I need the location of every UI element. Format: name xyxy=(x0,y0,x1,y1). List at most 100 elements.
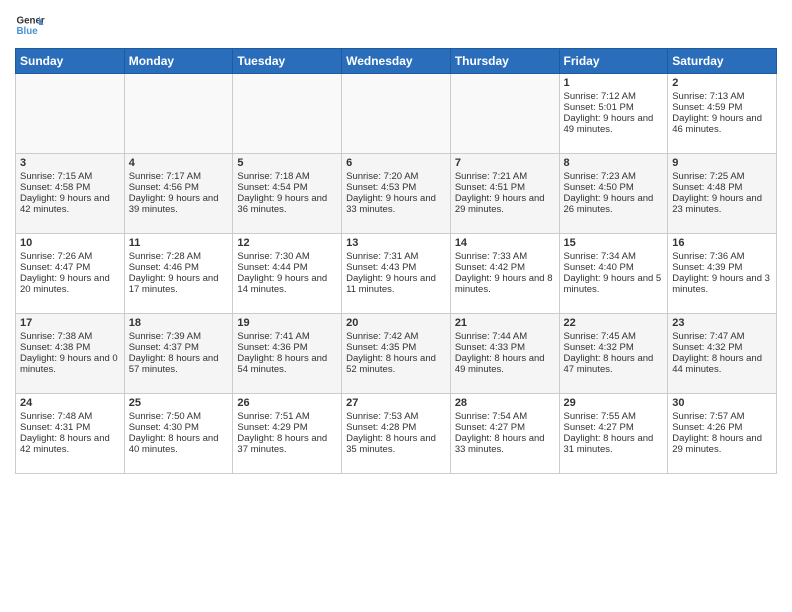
day-info-line: Sunrise: 7:17 AM xyxy=(129,171,229,182)
day-info-line: Sunset: 4:37 PM xyxy=(129,342,229,353)
day-info-line: Daylight: 9 hours and 49 minutes. xyxy=(564,113,664,135)
day-number: 26 xyxy=(237,397,337,409)
day-number: 7 xyxy=(455,157,555,169)
day-info-line: Sunrise: 7:23 AM xyxy=(564,171,664,182)
day-number: 19 xyxy=(237,317,337,329)
day-info-line: Sunset: 4:43 PM xyxy=(346,262,446,273)
day-number: 12 xyxy=(237,237,337,249)
weekday-header: Wednesday xyxy=(342,49,451,74)
day-number: 3 xyxy=(20,157,120,169)
day-number: 24 xyxy=(20,397,120,409)
calendar-cell: 17Sunrise: 7:38 AMSunset: 4:38 PMDayligh… xyxy=(16,314,125,394)
day-number: 6 xyxy=(346,157,446,169)
day-number: 17 xyxy=(20,317,120,329)
day-info-line: Sunrise: 7:51 AM xyxy=(237,411,337,422)
calendar-week-row: 24Sunrise: 7:48 AMSunset: 4:31 PMDayligh… xyxy=(16,394,777,474)
calendar-cell: 23 Sunrise: 7:47 AMSunset: 4:32 PMDayligh… xyxy=(668,314,777,394)
calendar-cell: 4 Sunrise: 7:17 AMSunset: 4:56 PMDaylight… xyxy=(124,154,233,234)
day-info-line: Sunrise: 7:50 AM xyxy=(129,411,229,422)
weekday-header: Monday xyxy=(124,49,233,74)
day-info-line: Daylight: 8 hours and 29 minutes. xyxy=(672,433,772,455)
day-info-line: Daylight: 9 hours and 46 minutes. xyxy=(672,113,772,135)
day-number: 13 xyxy=(346,237,446,249)
day-number: 1 xyxy=(564,77,664,89)
day-info-line: Sunset: 4:38 PM xyxy=(20,342,120,353)
day-info-line: Sunset: 4:44 PM xyxy=(237,262,337,273)
calendar-week-row: 3Sunrise: 7:15 AMSunset: 4:58 PMDaylight… xyxy=(16,154,777,234)
calendar-cell: 15Sunrise: 7:34 AMSunset: 4:40 PMDayligh… xyxy=(559,234,668,314)
day-number: 23 xyxy=(672,317,772,329)
svg-text:Blue: Blue xyxy=(17,26,39,37)
calendar-cell: 1Sunrise: 7:12 AMSunset: 5:01 PMDaylight… xyxy=(559,74,668,154)
calendar-cell xyxy=(124,74,233,154)
day-info-line: Sunrise: 7:31 AM xyxy=(346,251,446,262)
day-info-line: Daylight: 9 hours and 39 minutes. xyxy=(129,193,229,215)
day-number: 11 xyxy=(129,237,229,249)
day-info-line: Sunset: 4:32 PM xyxy=(672,342,772,353)
weekday-header: Friday xyxy=(559,49,668,74)
day-info-line: Sunrise: 7:47 AM xyxy=(672,331,772,342)
day-info-line: Sunrise: 7:20 AM xyxy=(346,171,446,182)
day-info-line: Daylight: 8 hours and 37 minutes. xyxy=(237,433,337,455)
day-info-line: Sunset: 4:46 PM xyxy=(129,262,229,273)
day-number: 27 xyxy=(346,397,446,409)
weekday-header: Saturday xyxy=(668,49,777,74)
day-number: 16 xyxy=(672,237,772,249)
day-info-line: Daylight: 9 hours and 11 minutes. xyxy=(346,273,446,295)
day-info-line: Daylight: 9 hours and 0 minutes. xyxy=(20,353,120,375)
calendar-cell: 16Sunrise: 7:36 AMSunset: 4:39 PMDayligh… xyxy=(668,234,777,314)
calendar-cell: 13 Sunrise: 7:31 AMSunset: 4:43 PMDayligh… xyxy=(342,234,451,314)
day-info-line: Daylight: 8 hours and 35 minutes. xyxy=(346,433,446,455)
calendar-cell: 10Sunrise: 7:26 AMSunset: 4:47 PMDayligh… xyxy=(16,234,125,314)
day-number: 4 xyxy=(129,157,229,169)
calendar-cell: 8Sunrise: 7:23 AMSunset: 4:50 PMDaylight… xyxy=(559,154,668,234)
day-number: 5 xyxy=(237,157,337,169)
calendar-cell: 22Sunrise: 7:45 AMSunset: 4:32 PMDayligh… xyxy=(559,314,668,394)
day-info-line: Sunrise: 7:18 AM xyxy=(237,171,337,182)
day-info-line: Sunset: 4:29 PM xyxy=(237,422,337,433)
calendar-cell: 26 Sunrise: 7:51 AMSunset: 4:29 PMDayligh… xyxy=(233,394,342,474)
day-info-line: Sunrise: 7:42 AM xyxy=(346,331,446,342)
logo: General Blue xyxy=(15,10,45,40)
day-info-line: Sunrise: 7:12 AM xyxy=(564,91,664,102)
day-info-line: Sunset: 4:56 PM xyxy=(129,182,229,193)
calendar-cell: 14Sunrise: 7:33 AMSunset: 4:42 PMDayligh… xyxy=(450,234,559,314)
day-info-line: Daylight: 9 hours and 42 minutes. xyxy=(20,193,120,215)
day-info-line: Daylight: 9 hours and 36 minutes. xyxy=(237,193,337,215)
day-info-line: Sunset: 4:53 PM xyxy=(346,182,446,193)
day-info-line: Daylight: 8 hours and 40 minutes. xyxy=(129,433,229,455)
day-info-line: Sunset: 4:39 PM xyxy=(672,262,772,273)
day-info-line: Daylight: 8 hours and 33 minutes. xyxy=(455,433,555,455)
day-info-line: Sunset: 4:51 PM xyxy=(455,182,555,193)
day-number: 14 xyxy=(455,237,555,249)
calendar-cell: 30Sunrise: 7:57 AMSunset: 4:26 PMDayligh… xyxy=(668,394,777,474)
calendar-cell: 9Sunrise: 7:25 AMSunset: 4:48 PMDaylight… xyxy=(668,154,777,234)
day-info-line: Sunset: 4:54 PM xyxy=(237,182,337,193)
day-info-line: Sunset: 4:35 PM xyxy=(346,342,446,353)
calendar-header-row: SundayMondayTuesdayWednesdayThursdayFrid… xyxy=(16,49,777,74)
calendar-cell xyxy=(342,74,451,154)
calendar-body: 1Sunrise: 7:12 AMSunset: 5:01 PMDaylight… xyxy=(16,74,777,474)
day-info-line: Daylight: 8 hours and 44 minutes. xyxy=(672,353,772,375)
calendar-table: SundayMondayTuesdayWednesdayThursdayFrid… xyxy=(15,48,777,474)
day-info-line: Sunset: 4:30 PM xyxy=(129,422,229,433)
day-info-line: Sunrise: 7:44 AM xyxy=(455,331,555,342)
day-info-line: Daylight: 9 hours and 23 minutes. xyxy=(672,193,772,215)
day-info-line: Daylight: 9 hours and 29 minutes. xyxy=(455,193,555,215)
day-number: 10 xyxy=(20,237,120,249)
day-info-line: Sunrise: 7:28 AM xyxy=(129,251,229,262)
day-info-line: Daylight: 9 hours and 17 minutes. xyxy=(129,273,229,295)
calendar-cell: 19Sunrise: 7:41 AMSunset: 4:36 PMDayligh… xyxy=(233,314,342,394)
calendar-cell: 21Sunrise: 7:44 AMSunset: 4:33 PMDayligh… xyxy=(450,314,559,394)
calendar-cell: 6Sunrise: 7:20 AMSunset: 4:53 PMDaylight… xyxy=(342,154,451,234)
calendar-cell: 29Sunrise: 7:55 AMSunset: 4:27 PMDayligh… xyxy=(559,394,668,474)
day-info-line: Daylight: 8 hours and 49 minutes. xyxy=(455,353,555,375)
day-info-line: Sunset: 4:32 PM xyxy=(564,342,664,353)
calendar-week-row: 17Sunrise: 7:38 AMSunset: 4:38 PMDayligh… xyxy=(16,314,777,394)
calendar-week-row: 1Sunrise: 7:12 AMSunset: 5:01 PMDaylight… xyxy=(16,74,777,154)
calendar-cell: 12Sunrise: 7:30 AMSunset: 4:44 PMDayligh… xyxy=(233,234,342,314)
day-info-line: Sunset: 4:48 PM xyxy=(672,182,772,193)
day-info-line: Sunset: 4:27 PM xyxy=(564,422,664,433)
day-info-line: Sunset: 4:28 PM xyxy=(346,422,446,433)
day-number: 28 xyxy=(455,397,555,409)
